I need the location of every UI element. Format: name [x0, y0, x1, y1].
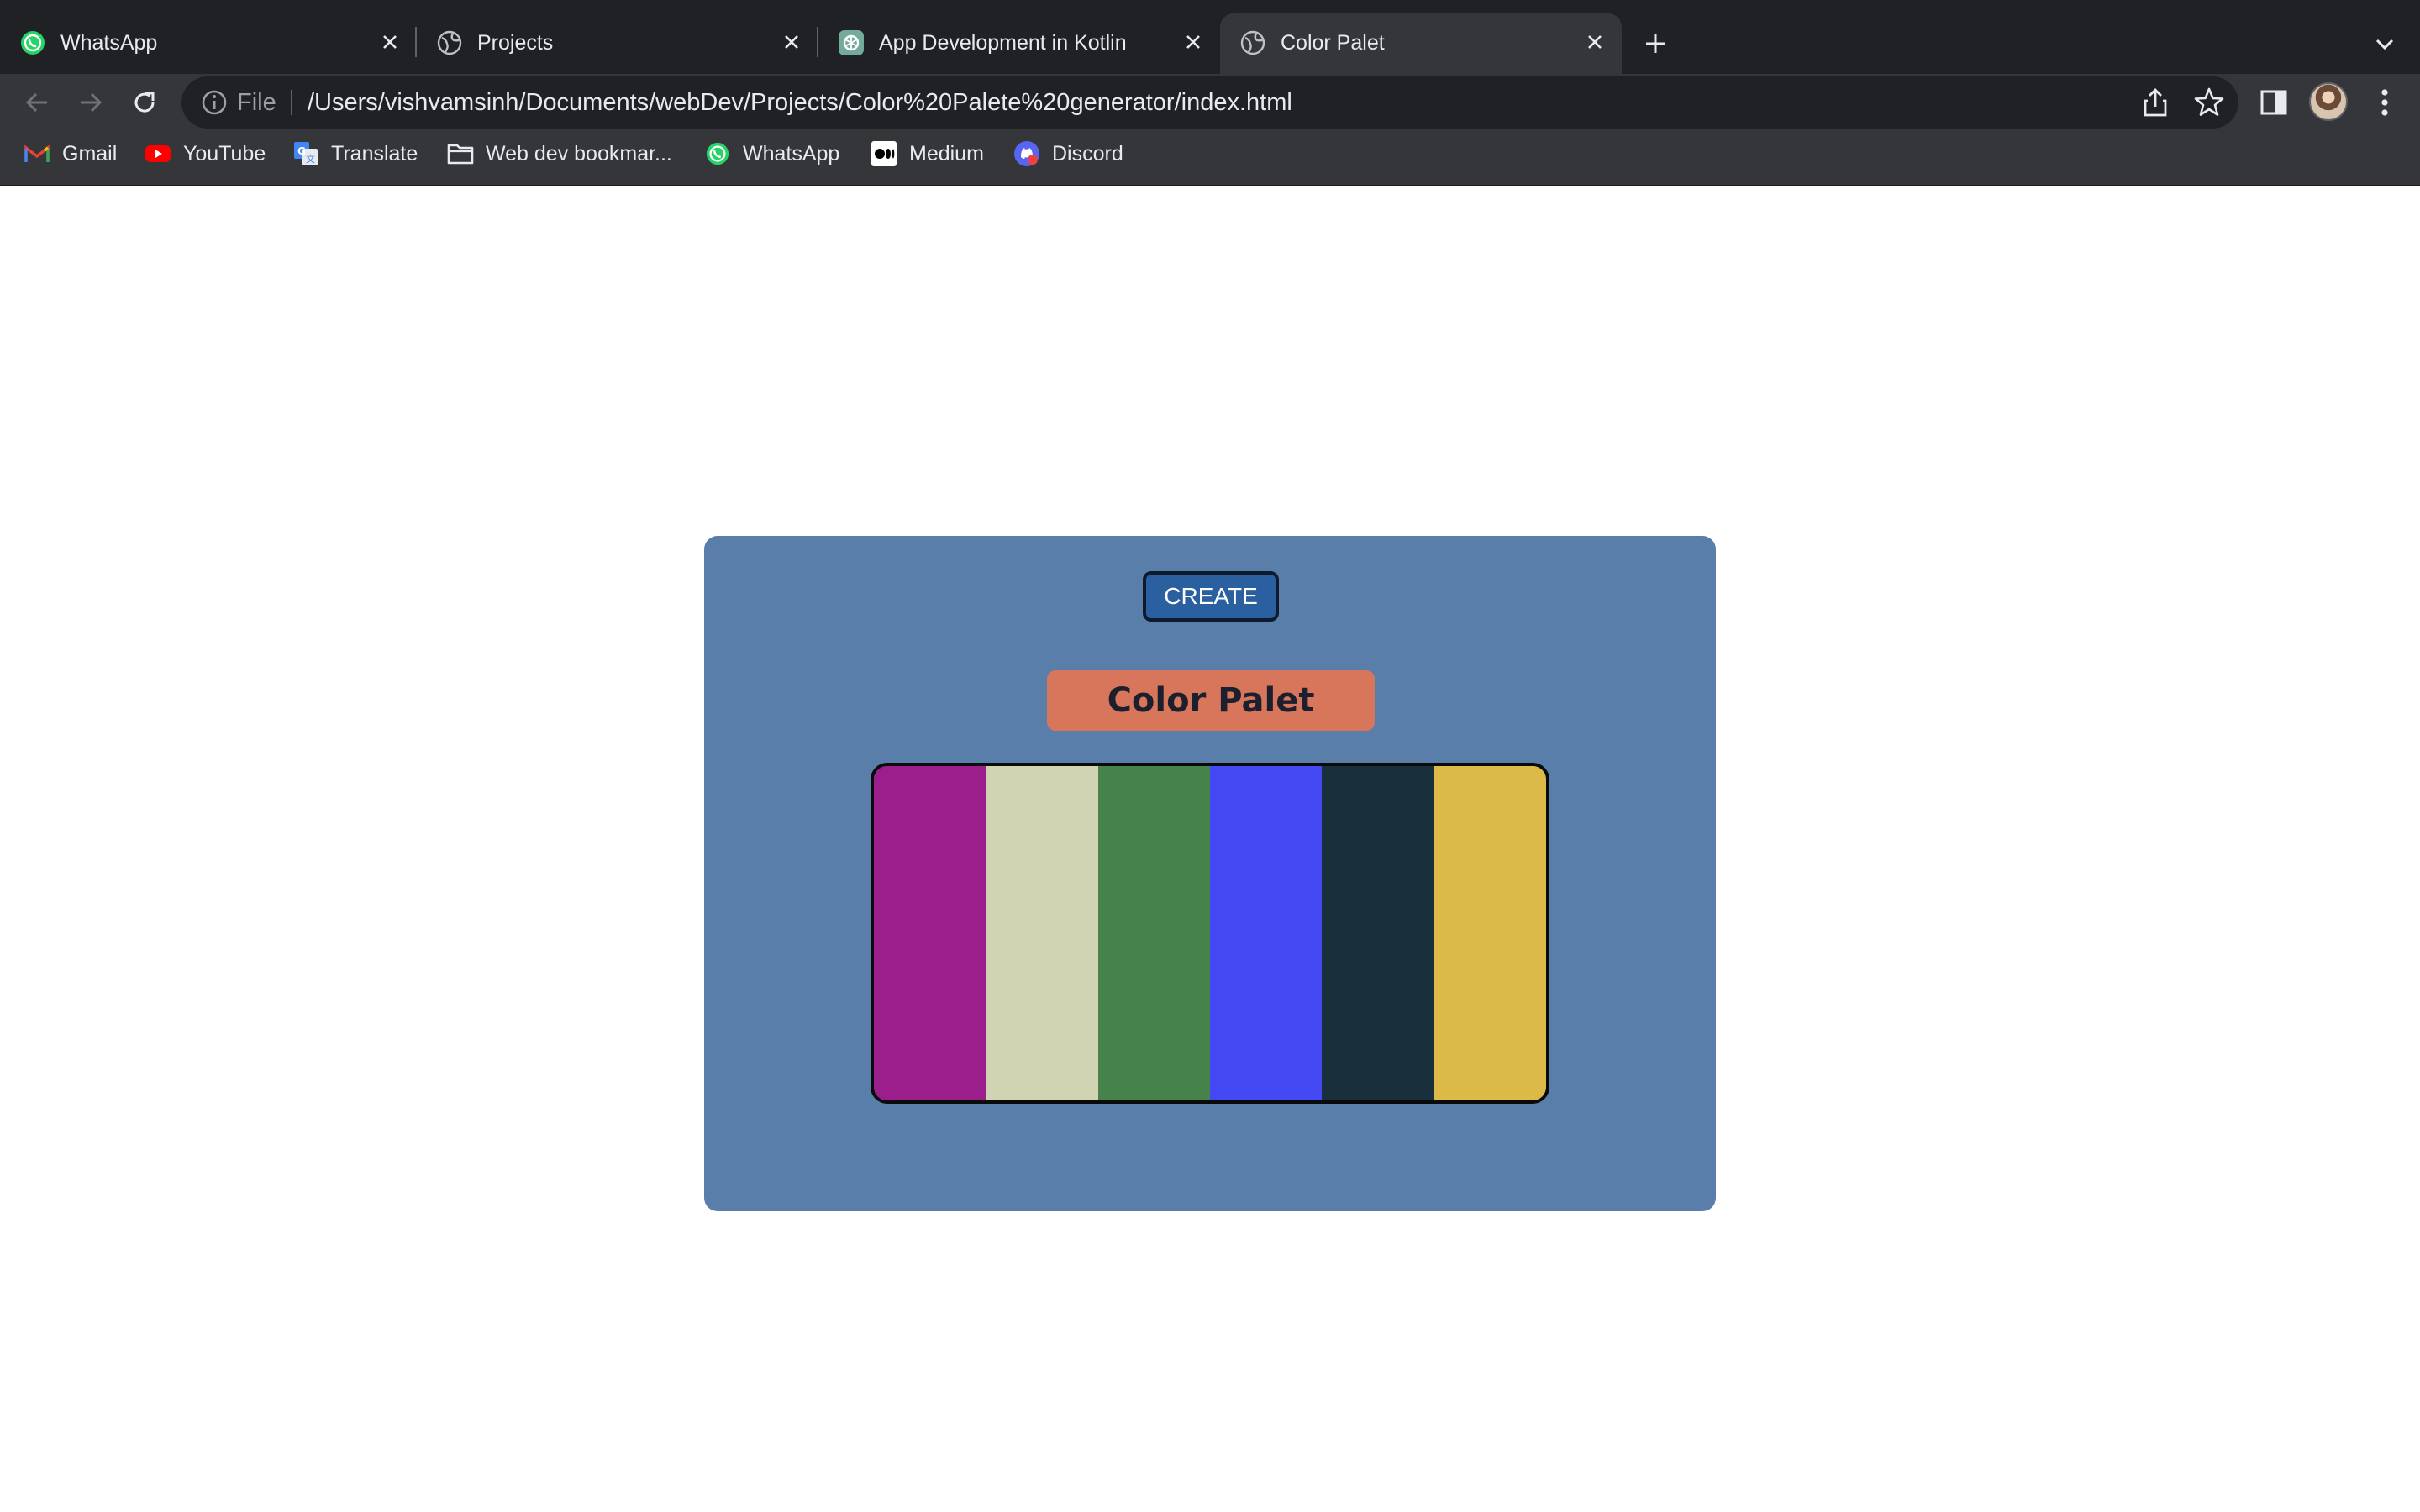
tab-whatsapp[interactable]: WhatsApp [0, 13, 417, 74]
url-scheme-label: File [237, 89, 276, 116]
color-swatch-5 [1322, 766, 1434, 1100]
chatgpt-icon [837, 29, 865, 57]
info-icon[interactable] [200, 88, 229, 117]
bookmark-label: Web dev bookmar... [486, 141, 672, 165]
color-swatch-4 [1209, 766, 1323, 1100]
page-viewport: CREATE Color Palet [0, 186, 2420, 1512]
divider [291, 90, 292, 115]
youtube-icon [145, 140, 171, 167]
palette-title: Color Palet [1047, 670, 1375, 731]
bookmarks-bar: Gmail YouTube G文 Translate Web dev bookm… [0, 134, 2420, 173]
bookmark-label: Translate [331, 141, 418, 165]
bookmark-label: Medium [909, 141, 984, 165]
back-button[interactable] [13, 79, 60, 126]
browser-toolbar: File /Users/vishvamsinh/Documents/webDev… [0, 74, 2420, 202]
tab-projects[interactable]: Projects [417, 13, 818, 74]
folder-icon [447, 140, 474, 167]
side-panel-button[interactable] [2255, 84, 2292, 121]
plus-icon [1646, 34, 1665, 53]
color-swatch-3 [1097, 766, 1210, 1100]
tab-color-palet[interactable]: Color Palet [1220, 13, 1622, 74]
create-button[interactable]: CREATE [1143, 571, 1279, 622]
tab-title: Color Palet [1281, 31, 1385, 55]
tab-search-button[interactable] [2366, 25, 2403, 62]
bookmark-label: Gmail [62, 141, 118, 165]
tab-kotlin[interactable]: App Development in Kotlin [818, 13, 1220, 74]
discord-icon [1013, 140, 1040, 167]
whatsapp-icon [18, 29, 47, 57]
chevron-down-icon [2375, 39, 2394, 50]
url-text[interactable]: /Users/vishvamsinh/Documents/webDev/Proj… [308, 76, 1292, 129]
color-palette [871, 763, 1549, 1104]
reload-button[interactable] [121, 79, 168, 126]
close-icon[interactable] [1578, 25, 1612, 59]
reload-icon [134, 92, 155, 113]
arrow-left-icon [25, 92, 47, 113]
bookmark-label: YouTube [183, 141, 266, 165]
bookmark-medium[interactable]: Medium [871, 134, 984, 173]
bookmark-translate[interactable]: G文 Translate [292, 134, 418, 173]
bookmark-whatsapp[interactable]: WhatsApp [704, 134, 839, 173]
svg-text:G: G [297, 145, 306, 157]
color-swatch-6 [1434, 766, 1546, 1100]
gmail-icon [24, 140, 50, 167]
bookmark-label: WhatsApp [743, 141, 840, 165]
tab-title: WhatsApp [60, 31, 158, 55]
bookmark-gmail[interactable]: Gmail [24, 134, 117, 173]
globe-icon [435, 29, 464, 57]
bookmark-youtube[interactable]: YouTube [145, 134, 266, 173]
tab-title: Projects [477, 31, 554, 55]
color-swatch-1 [874, 766, 986, 1100]
globe-icon [1239, 29, 1267, 57]
new-tab-button[interactable] [1637, 25, 1674, 62]
svg-text:文: 文 [306, 153, 315, 165]
whatsapp-icon [704, 140, 731, 167]
bookmark-label: Discord [1052, 141, 1123, 165]
address-bar[interactable]: File /Users/vishvamsinh/Documents/webDev… [182, 76, 2238, 129]
tab-title: App Development in Kotlin [879, 31, 1127, 55]
share-icon[interactable] [2139, 87, 2171, 118]
profile-avatar[interactable] [2309, 82, 2348, 121]
close-icon[interactable] [373, 25, 407, 59]
forward-button[interactable] [67, 79, 114, 126]
medium-icon [871, 140, 897, 167]
tab-strip: WhatsApp Projects App Development in Kot… [0, 0, 2420, 74]
bookmark-folder-web-dev[interactable]: Web dev bookmar... [447, 134, 672, 173]
bookmark-discord[interactable]: Discord [1013, 134, 1123, 173]
close-icon[interactable] [1176, 25, 1210, 59]
side-panel-icon [2260, 90, 2287, 115]
arrow-right-icon [81, 92, 103, 113]
close-icon[interactable] [775, 25, 808, 59]
translate-icon: G文 [292, 140, 319, 167]
browser-menu-button[interactable] [2368, 82, 2402, 123]
palette-card: CREATE Color Palet [704, 536, 1716, 1211]
color-swatch-2 [986, 766, 1098, 1100]
kebab-menu-icon [2381, 89, 2388, 116]
star-icon[interactable] [2193, 87, 2225, 118]
